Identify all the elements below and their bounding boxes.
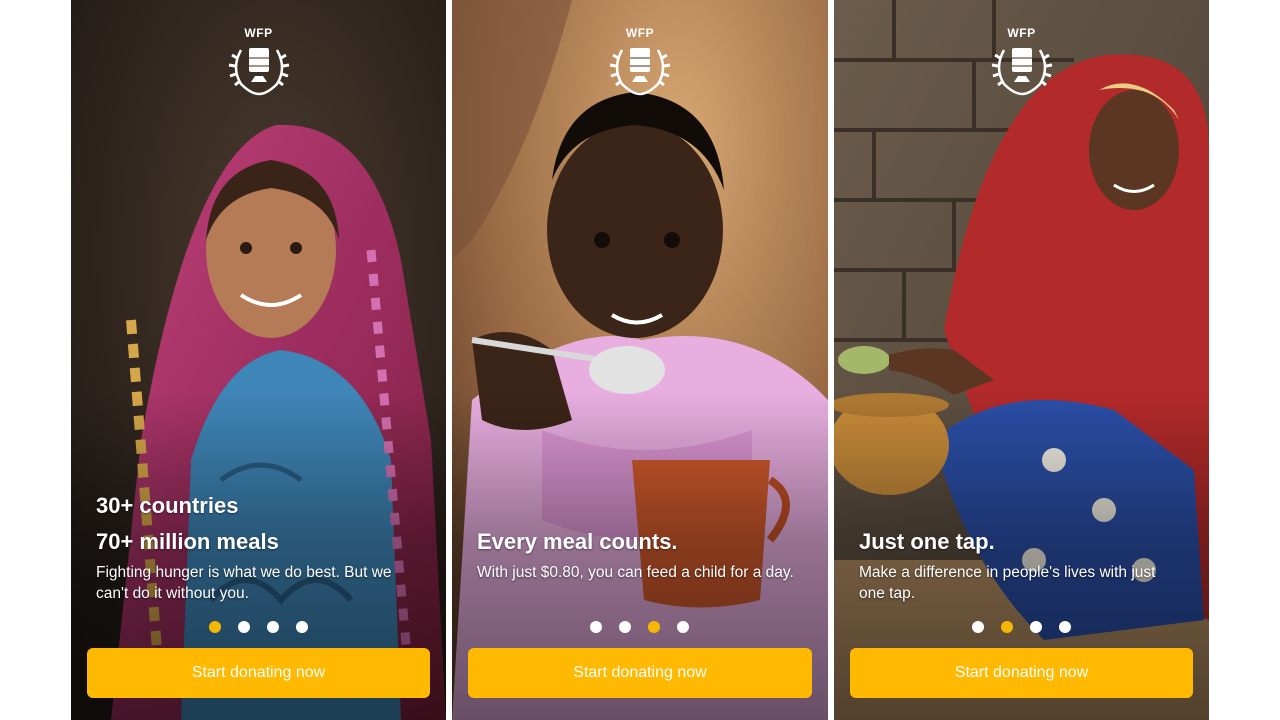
laurel-wreath-icon xyxy=(228,48,289,96)
body-text: Make a difference in people's lives with… xyxy=(859,564,1156,602)
page-dot-1-active[interactable] xyxy=(209,621,221,633)
body-text: Fighting hunger is what we do best. But … xyxy=(96,564,392,602)
headline: Just one tap. xyxy=(859,529,995,554)
page-dot-1[interactable] xyxy=(590,621,602,633)
page-indicator xyxy=(71,621,446,633)
page-indicator xyxy=(452,621,828,633)
onboarding-screen-3: WFP Just one tap. Make a difference in p… xyxy=(834,0,1209,720)
page-dot-2-active[interactable] xyxy=(1001,621,1013,633)
headline: Every meal counts. xyxy=(477,529,678,554)
page-dot-4[interactable] xyxy=(1059,621,1071,633)
page-dot-3[interactable] xyxy=(1030,621,1042,633)
page-dot-4[interactable] xyxy=(677,621,689,633)
wfp-logo: WFP xyxy=(224,26,294,98)
laurel-wreath-icon xyxy=(609,48,671,96)
body-text: With just $0.80, you can feed a child fo… xyxy=(477,564,794,581)
page-indicator xyxy=(834,621,1209,633)
onboarding-screen-1: WFP 30+ countries 70+ million meals Figh… xyxy=(71,0,446,720)
laurel-wreath-icon xyxy=(991,48,1052,96)
start-donating-button[interactable]: Start donating now xyxy=(850,648,1193,698)
page-dot-1[interactable] xyxy=(972,621,984,633)
page-dot-4[interactable] xyxy=(296,621,308,633)
start-donating-button[interactable]: Start donating now xyxy=(87,648,430,698)
page-dot-2[interactable] xyxy=(238,621,250,633)
page-dot-3[interactable] xyxy=(267,621,279,633)
start-donating-button[interactable]: Start donating now xyxy=(468,648,812,698)
page-dot-3-active[interactable] xyxy=(648,621,660,633)
onboarding-screen-2: WFP Every meal counts. With just $0.80, … xyxy=(452,0,828,720)
wfp-logo: WFP xyxy=(605,26,675,98)
headline-line-1: 30+ countries xyxy=(96,493,239,518)
headline-line-2: 70+ million meals xyxy=(96,529,279,554)
page-dot-2[interactable] xyxy=(619,621,631,633)
wfp-logo: WFP xyxy=(987,26,1057,98)
